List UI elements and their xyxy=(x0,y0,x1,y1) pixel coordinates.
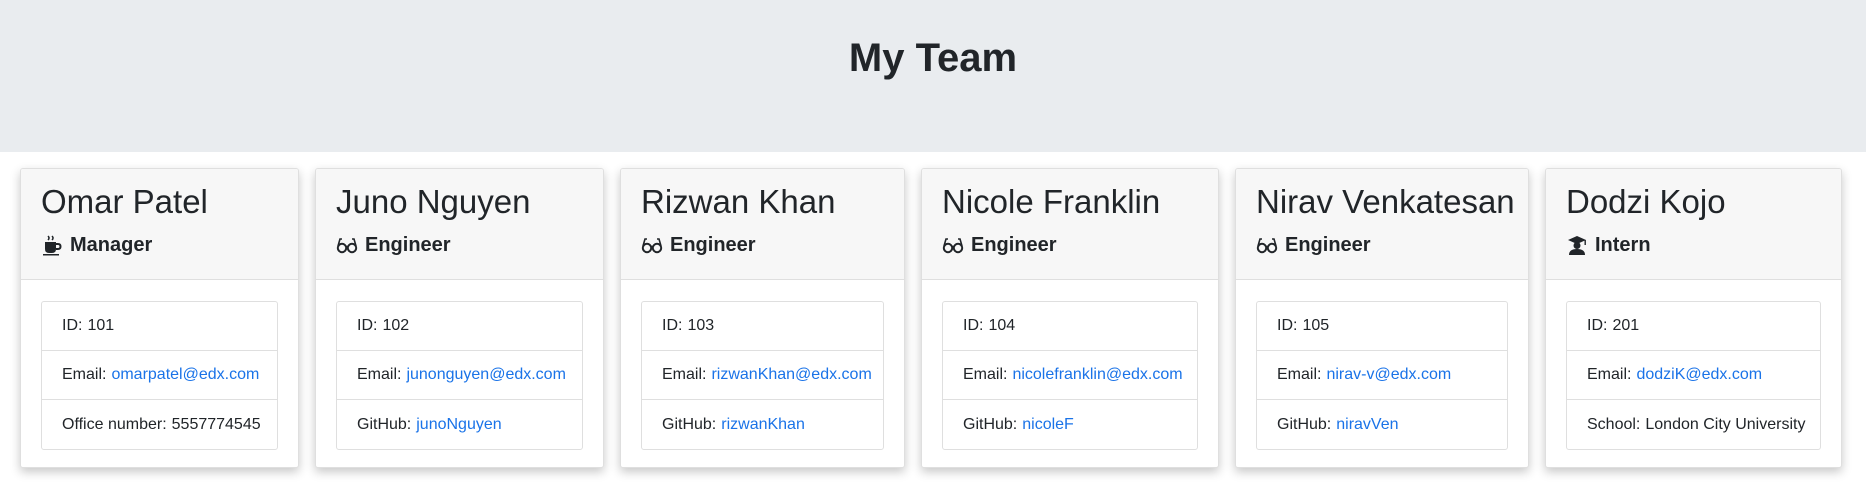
detail-email: Email: junonguyen@edx.com xyxy=(337,351,582,400)
detail-github: GitHub: junoNguyen xyxy=(337,400,582,449)
email-link[interactable]: dodziK@edx.com xyxy=(1636,366,1762,384)
email-label: Email: xyxy=(1277,366,1322,383)
detail-github: GitHub: rizwanKhan xyxy=(642,400,883,449)
card-header: Juno Nguyen Engineer xyxy=(316,169,603,280)
email-link[interactable]: rizwanKhan@edx.com xyxy=(711,366,871,384)
page-title: My Team xyxy=(848,36,1018,80)
employee-name: Rizwan Khan xyxy=(641,183,836,220)
id-value: 201 xyxy=(1612,317,1640,334)
card-header: Nirav Venkatesan Engineer xyxy=(1236,169,1528,280)
github-label: GitHub: xyxy=(963,415,1018,433)
id-value: 102 xyxy=(382,317,410,334)
glasses-icon xyxy=(1256,234,1278,256)
detail-email: Email: nirav-v@edx.com xyxy=(1257,351,1507,400)
id-value: 103 xyxy=(687,317,715,334)
id-label: ID: xyxy=(62,317,83,334)
email-label: Email: xyxy=(963,366,1008,383)
glasses-icon xyxy=(641,234,663,256)
card-header: Nicole Franklin Engineer xyxy=(922,169,1218,280)
detail-email: Email: rizwanKhan@edx.com xyxy=(642,351,883,400)
employee-details: ID: 105 Email: nirav-v@edx.com GitHub: n… xyxy=(1256,301,1508,450)
detail-id: ID: 201 xyxy=(1567,302,1820,351)
employee-details: ID: 101 Email: omarpatel@edx.com Office … xyxy=(41,301,278,450)
card-header: Omar Patel Manager xyxy=(21,169,298,280)
detail-id: ID: 103 xyxy=(642,302,883,351)
github-link[interactable]: junoNguyen xyxy=(416,416,501,434)
role-label: Manager xyxy=(70,233,153,256)
team-card-engineer: Rizwan Khan Engineer ID: 103 Email: rizw… xyxy=(620,168,905,468)
employee-details: ID: 104 Email: nicolefranklin@edx.com Gi… xyxy=(942,301,1198,450)
detail-email: Email: omarpatel@edx.com xyxy=(42,351,277,400)
role-label: Engineer xyxy=(365,233,451,256)
role-label: Engineer xyxy=(670,233,756,256)
detail-office-number: Office number: 5557774545 xyxy=(42,400,277,449)
role-label: Engineer xyxy=(971,233,1057,256)
detail-id: ID: 102 xyxy=(337,302,582,351)
team-card-intern: Dodzi Kojo Intern ID: 201 Email: dodziK@… xyxy=(1545,168,1842,468)
detail-email: Email: dodziK@edx.com xyxy=(1567,351,1820,400)
id-label: ID: xyxy=(662,317,683,334)
glasses-icon xyxy=(942,234,964,256)
email-link[interactable]: omarpatel@edx.com xyxy=(111,366,259,384)
detail-school: School: London City University xyxy=(1567,400,1820,449)
id-value: 101 xyxy=(87,317,115,334)
team-card-engineer: Juno Nguyen Engineer ID: 102 Email: juno… xyxy=(315,168,604,468)
email-link[interactable]: nirav-v@edx.com xyxy=(1326,366,1451,384)
detail-id: ID: 104 xyxy=(943,302,1197,351)
id-label: ID: xyxy=(357,317,378,334)
role-label: Intern xyxy=(1595,233,1651,256)
id-label: ID: xyxy=(1587,317,1608,334)
employee-details: ID: 103 Email: rizwanKhan@edx.com GitHub… xyxy=(641,301,884,450)
detail-id: ID: 101 xyxy=(42,302,277,351)
employee-name: Nicole Franklin xyxy=(942,183,1161,220)
graduate-icon xyxy=(1566,234,1588,256)
detail-email: Email: nicolefranklin@edx.com xyxy=(943,351,1197,400)
detail-id: ID: 105 xyxy=(1257,302,1507,351)
github-label: GitHub: xyxy=(662,415,717,433)
card-header: Dodzi Kojo Intern xyxy=(1546,169,1841,280)
employee-details: ID: 102 Email: junonguyen@edx.com GitHub… xyxy=(336,301,583,450)
team-card-manager: Omar Patel Manager ID: 101 Email: omarpa… xyxy=(20,168,299,468)
email-label: Email: xyxy=(357,366,402,383)
school-value: London City University xyxy=(1645,415,1806,433)
email-label: Email: xyxy=(62,366,107,383)
employee-name: Nirav Venkatesan xyxy=(1256,183,1515,220)
employee-role: Engineer xyxy=(336,232,451,258)
employee-name: Juno Nguyen xyxy=(336,183,531,220)
id-label: ID: xyxy=(1277,317,1298,334)
page-header: My Team xyxy=(0,0,1866,152)
team-card-engineer: Nirav Venkatesan Engineer ID: 105 Email:… xyxy=(1235,168,1529,468)
email-label: Email: xyxy=(662,366,707,383)
role-label: Engineer xyxy=(1285,233,1371,256)
employee-role: Engineer xyxy=(1256,232,1371,258)
github-label: GitHub: xyxy=(357,415,412,433)
email-label: Email: xyxy=(1587,366,1632,383)
card-header: Rizwan Khan Engineer xyxy=(621,169,904,280)
employee-name: Omar Patel xyxy=(41,183,208,220)
email-link[interactable]: nicolefranklin@edx.com xyxy=(1012,366,1182,384)
detail-github: GitHub: niravVen xyxy=(1257,400,1507,449)
id-value: 105 xyxy=(1302,317,1330,334)
employee-role: Intern xyxy=(1566,232,1651,258)
employee-role: Manager xyxy=(41,232,152,258)
id-label: ID: xyxy=(963,317,984,334)
office-number-label: Office number: xyxy=(62,415,167,433)
employee-name: Dodzi Kojo xyxy=(1566,183,1726,220)
employee-details: ID: 201 Email: dodziK@edx.com School: Lo… xyxy=(1566,301,1821,450)
email-link[interactable]: junonguyen@edx.com xyxy=(406,366,565,384)
employee-role: Engineer xyxy=(942,232,1057,258)
school-label: School: xyxy=(1587,415,1641,433)
github-link[interactable]: nicoleF xyxy=(1022,416,1074,434)
id-value: 104 xyxy=(988,317,1016,334)
github-label: GitHub: xyxy=(1277,415,1332,433)
glasses-icon xyxy=(336,234,358,256)
team-card-engineer: Nicole Franklin Engineer ID: 104 Email: … xyxy=(921,168,1219,468)
employee-role: Engineer xyxy=(641,232,756,258)
detail-github: GitHub: nicoleF xyxy=(943,400,1197,449)
office-number-value: 5557774545 xyxy=(171,415,261,433)
github-link[interactable]: niravVen xyxy=(1336,416,1398,434)
coffee-mug-icon xyxy=(41,234,63,256)
github-link[interactable]: rizwanKhan xyxy=(721,416,805,434)
